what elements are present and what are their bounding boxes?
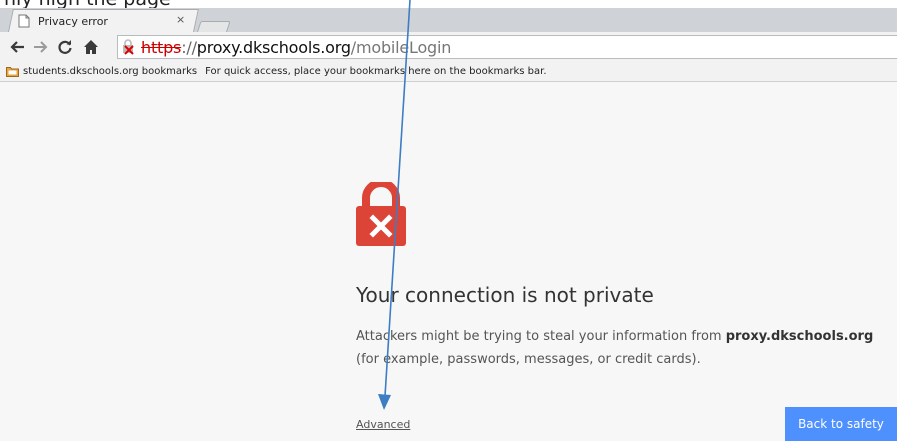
tab-content: Privacy error bbox=[18, 10, 190, 32]
broken-lock-icon[interactable] bbox=[121, 39, 137, 55]
back-to-safety-button[interactable]: Back to safety bbox=[785, 407, 897, 441]
page-icon bbox=[18, 14, 32, 28]
advanced-link[interactable]: Advanced bbox=[356, 418, 410, 431]
url-scheme: https bbox=[141, 37, 182, 57]
home-icon[interactable] bbox=[82, 38, 100, 56]
interstitial-page bbox=[0, 82, 897, 441]
error-message-suffix: (for example, passwords, messages, or cr… bbox=[356, 352, 701, 367]
tab-title: Privacy error bbox=[38, 14, 108, 28]
red-padlock-x-icon bbox=[355, 179, 407, 252]
folder-icon bbox=[6, 66, 19, 77]
error-message-prefix: Attackers might be trying to steal your … bbox=[356, 329, 726, 344]
bookmark-folder-students[interactable]: students.dkschools.org bookmarks bbox=[23, 66, 197, 77]
reload-icon[interactable] bbox=[56, 38, 74, 56]
error-heading: Your connection is not private bbox=[356, 283, 654, 307]
url-path: /mobileLogin bbox=[350, 37, 452, 57]
bookmarks-hint: For quick access, place your bookmarks h… bbox=[205, 66, 547, 77]
back-arrow-icon[interactable] bbox=[8, 38, 26, 56]
url-separator: :// bbox=[181, 37, 197, 57]
tab-close-icon[interactable]: × bbox=[176, 13, 185, 26]
error-message: Attackers might be trying to steal your … bbox=[356, 325, 897, 371]
forward-arrow-icon[interactable] bbox=[32, 38, 50, 56]
url-host: proxy.dkschools.org bbox=[196, 37, 351, 57]
url-text: https://proxy.dkschools.org/mobileLogin bbox=[141, 38, 451, 57]
address-bar[interactable]: https://proxy.dkschools.org/mobileLogin bbox=[117, 35, 897, 59]
bookmarks-bar: students.dkschools.org bookmarks For qui… bbox=[0, 62, 897, 82]
browser-toolbar: https://proxy.dkschools.org/mobileLogin bbox=[0, 32, 897, 62]
error-message-host: proxy.dkschools.org bbox=[725, 329, 874, 344]
